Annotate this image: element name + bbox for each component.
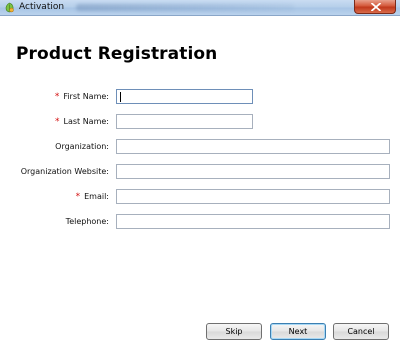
page-title: Product Registration [16, 44, 218, 64]
last-name-field[interactable] [116, 114, 253, 129]
email-row: * Email: [0, 189, 400, 206]
telephone-label: Telephone: [65, 217, 109, 226]
skip-button[interactable]: Skip [206, 323, 262, 340]
organization-row: Organization: [0, 139, 400, 156]
window-title: Activation [19, 2, 65, 12]
last-name-label: * Last Name: [54, 117, 109, 127]
next-button[interactable]: Next [270, 323, 326, 340]
first-name-row: * First Name: [0, 89, 400, 106]
organization-website-row: Organization Website: [0, 164, 400, 181]
email-field[interactable] [116, 189, 390, 204]
organization-label: Organization: [55, 142, 109, 151]
last-name-row: * Last Name: [0, 114, 400, 131]
required-marker: * [54, 92, 60, 102]
title-path-blurred [76, 4, 294, 11]
organization-field[interactable] [116, 139, 390, 154]
organization-website-label: Organization Website: [20, 167, 109, 176]
close-icon [371, 3, 381, 11]
activation-app-icon [5, 2, 14, 13]
cancel-button[interactable]: Cancel [333, 323, 389, 340]
text-caret [120, 92, 121, 102]
first-name-label: * First Name: [54, 92, 109, 102]
first-name-field[interactable] [116, 89, 253, 104]
window-titlebar[interactable]: Activation [0, 0, 400, 16]
telephone-row: Telephone: [0, 214, 400, 231]
required-marker: * [54, 117, 60, 127]
telephone-field[interactable] [116, 214, 390, 229]
organization-website-field[interactable] [116, 164, 390, 179]
email-label: * Email: [75, 192, 109, 202]
required-marker: * [75, 192, 81, 202]
close-button[interactable] [354, 0, 396, 14]
